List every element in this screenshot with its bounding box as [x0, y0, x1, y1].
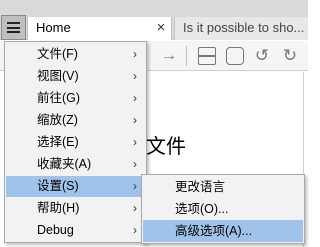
menu-item-label: 选择(E) — [37, 135, 79, 149]
menu-item-label: 设置(S) — [37, 179, 79, 193]
chevron-right-icon: › — [133, 201, 137, 215]
submenu-item-change-language[interactable]: 更改语言 — [143, 176, 303, 198]
tab-home-label: Home — [36, 20, 71, 35]
menu-item-label: 收藏夹(A) — [37, 157, 92, 171]
submenu-item-label: 高级选项(A)... — [175, 224, 253, 238]
forward-arrow-icon[interactable]: → — [160, 47, 178, 65]
submenu-item-advanced-options[interactable]: 高级选项(A)... — [143, 220, 303, 242]
square-icon[interactable] — [226, 47, 244, 65]
menu-item-label: 前往(G) — [37, 91, 81, 105]
menu-item-view[interactable]: 视图(V) › — [6, 66, 145, 87]
tab-home[interactable]: Home — [27, 17, 172, 40]
rotate-left-icon[interactable]: ↺ — [253, 47, 271, 65]
split-page-icon[interactable] — [198, 47, 216, 65]
menu-item-help[interactable]: 帮助(H) › — [6, 198, 145, 219]
chevron-right-icon: › — [133, 135, 137, 149]
chevron-right-icon: › — [133, 223, 137, 237]
rotate-right-icon[interactable]: ↻ — [281, 47, 299, 65]
document-heading: 文件 — [146, 134, 186, 158]
submenu-item-label: 选项(O)... — [175, 202, 229, 216]
chevron-right-icon: › — [133, 69, 137, 83]
main-menu: 文件(F) › 视图(V) › 前往(G) › 缩放(Z) › 选择(E) › … — [4, 41, 147, 243]
toolbar-separator — [186, 46, 187, 66]
settings-submenu: 更改语言 选项(O)... 高级选项(A)... — [141, 174, 305, 244]
chevron-right-icon: › — [133, 47, 137, 61]
chevron-right-icon: › — [133, 157, 137, 171]
menu-item-debug[interactable]: Debug › — [6, 220, 145, 241]
tab-question[interactable]: Is it possible to sho... — [174, 17, 308, 40]
menu-item-select[interactable]: 选择(E) › — [6, 132, 145, 153]
menu-item-label: 文件(F) — [37, 47, 78, 61]
hamburger-menu-button[interactable] — [1, 15, 26, 40]
chevron-right-icon: › — [133, 113, 137, 127]
tab-question-label: Is it possible to sho... — [183, 20, 305, 35]
menu-item-file[interactable]: 文件(F) › — [6, 44, 145, 65]
menu-item-label: 视图(V) — [37, 69, 79, 83]
tab-bar: Home × Is it possible to sho... — [0, 0, 308, 40]
tab-close-icon[interactable]: × — [152, 17, 170, 39]
chevron-right-icon: › — [133, 179, 137, 193]
hamburger-icon — [7, 22, 20, 33]
menu-item-favorites[interactable]: 收藏夹(A) › — [6, 154, 145, 175]
submenu-item-label: 更改语言 — [175, 180, 226, 194]
menu-item-label: 帮助(H) — [37, 201, 80, 215]
menu-item-settings[interactable]: 设置(S) › — [6, 176, 145, 197]
menu-item-zoom[interactable]: 缩放(Z) › — [6, 110, 145, 131]
menu-item-label: Debug — [37, 223, 74, 237]
menu-item-label: 缩放(Z) — [37, 113, 78, 127]
chevron-right-icon: › — [133, 91, 137, 105]
submenu-item-options[interactable]: 选项(O)... — [143, 198, 303, 220]
menu-item-go[interactable]: 前往(G) › — [6, 88, 145, 109]
